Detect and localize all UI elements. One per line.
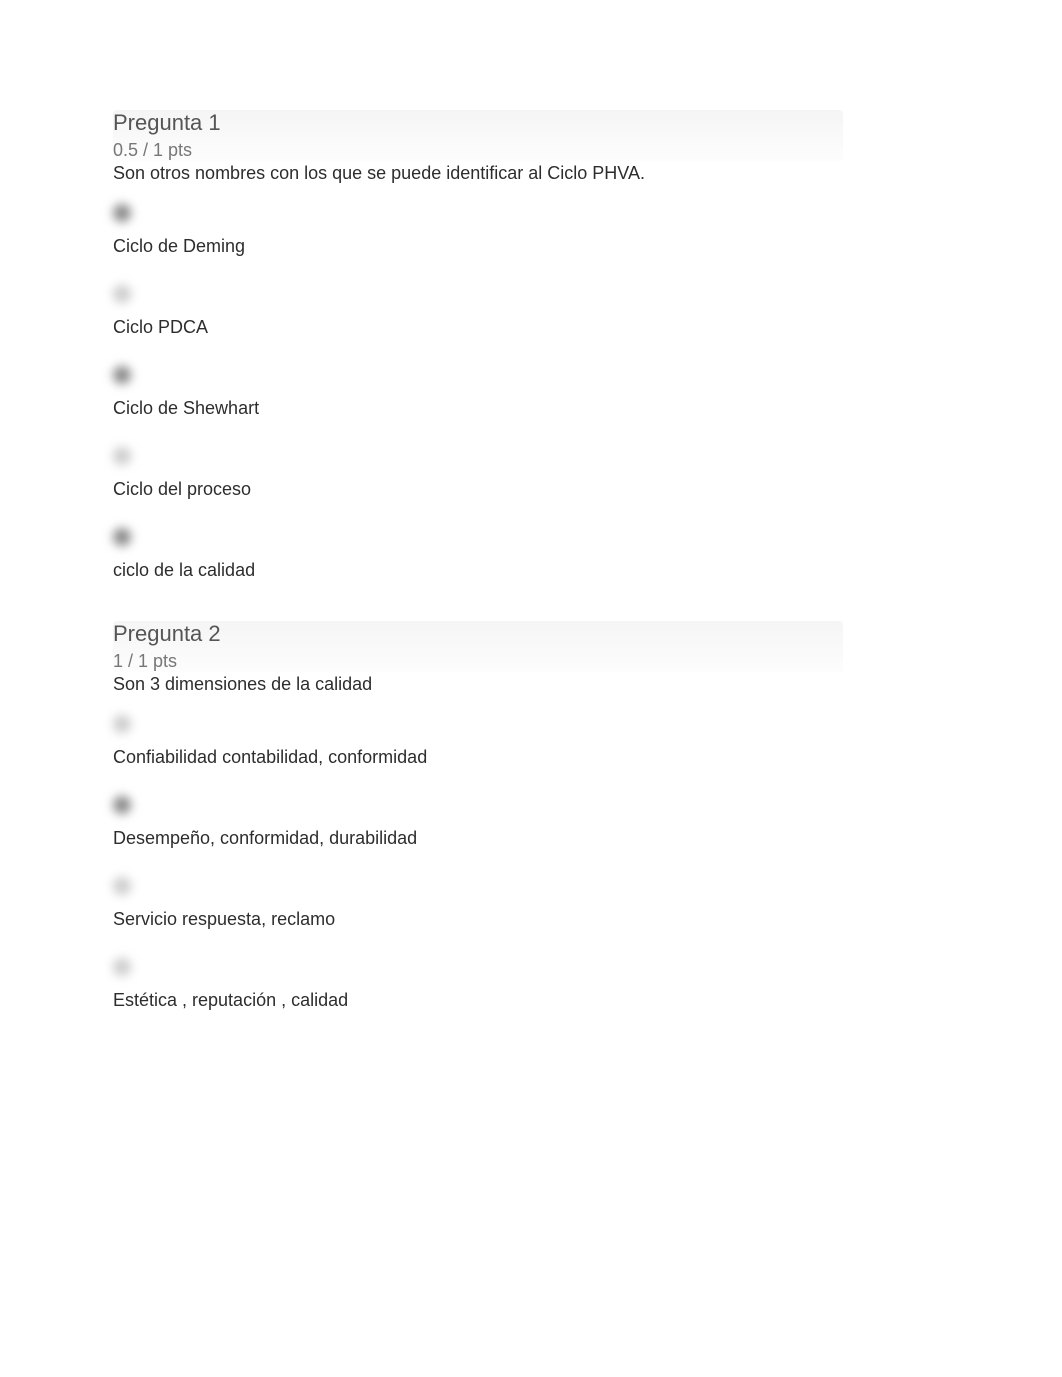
- answer-text: Ciclo de Deming: [113, 236, 843, 257]
- selection-marker: [113, 715, 131, 733]
- selection-marker: [113, 528, 131, 546]
- answer-text: ciclo de la calidad: [113, 560, 843, 581]
- selection-marker: [113, 285, 131, 303]
- answer-text: Ciclo de Shewhart: [113, 398, 843, 419]
- question-text: Son 3 dimensiones de la calidad: [113, 674, 843, 695]
- answer-option: Ciclo del proceso: [113, 447, 843, 500]
- question-points: 1 / 1 pts: [113, 651, 843, 672]
- selection-marker: [113, 877, 131, 895]
- answer-option: Ciclo de Shewhart: [113, 366, 843, 419]
- answer-text: Servicio respuesta, reclamo: [113, 909, 843, 930]
- question-block-1: Pregunta 1 0.5 / 1 pts Son otros nombres…: [113, 110, 843, 581]
- answer-option: Ciclo PDCA: [113, 285, 843, 338]
- selection-marker: [113, 796, 131, 814]
- selection-marker: [113, 447, 131, 465]
- question-header: Pregunta 2 1 / 1 pts: [113, 621, 843, 672]
- answer-option: Servicio respuesta, reclamo: [113, 877, 843, 930]
- selection-marker: [113, 958, 131, 976]
- answer-text: Estética , reputación , calidad: [113, 990, 843, 1011]
- answer-option: Estética , reputación , calidad: [113, 958, 843, 1011]
- selection-marker: [113, 366, 131, 384]
- selection-marker: [113, 204, 131, 222]
- answer-text: Ciclo del proceso: [113, 479, 843, 500]
- question-text: Son otros nombres con los que se puede i…: [113, 163, 843, 184]
- answer-text: Confiabilidad contabilidad, conformidad: [113, 747, 843, 768]
- answer-text: Ciclo PDCA: [113, 317, 843, 338]
- question-header: Pregunta 1 0.5 / 1 pts: [113, 110, 843, 161]
- answer-option: Ciclo de Deming: [113, 204, 843, 257]
- question-points: 0.5 / 1 pts: [113, 140, 843, 161]
- question-title: Pregunta 1: [113, 110, 843, 136]
- answer-option: ciclo de la calidad: [113, 528, 843, 581]
- answer-text: Desempeño, conformidad, durabilidad: [113, 828, 843, 849]
- answer-option: Desempeño, conformidad, durabilidad: [113, 796, 843, 849]
- question-block-2: Pregunta 2 1 / 1 pts Son 3 dimensiones d…: [113, 621, 843, 1011]
- answer-option: Confiabilidad contabilidad, conformidad: [113, 715, 843, 768]
- question-title: Pregunta 2: [113, 621, 843, 647]
